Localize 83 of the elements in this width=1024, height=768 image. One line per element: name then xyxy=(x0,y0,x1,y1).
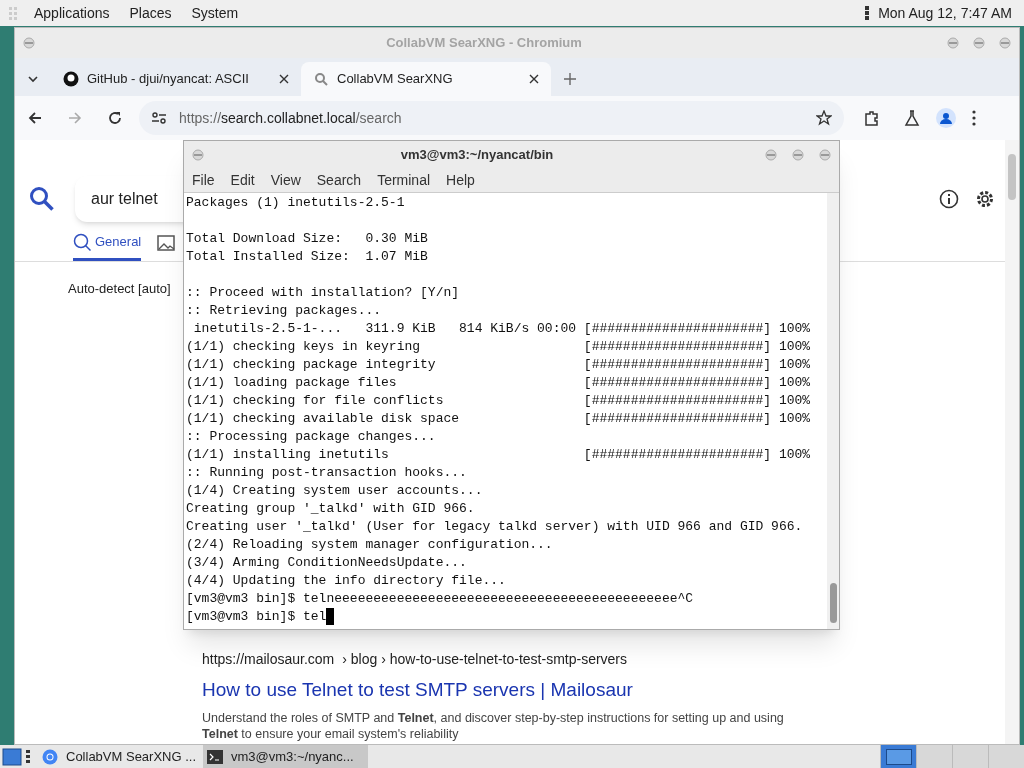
text-cursor xyxy=(326,608,335,625)
window-control-icon[interactable] xyxy=(765,148,777,161)
terminal-line: :: Running post-transaction hooks... xyxy=(186,464,467,482)
panel-menu[interactable]: Applications xyxy=(34,2,110,24)
terminal-line: Creating group '_talkd' with GID 966. xyxy=(186,500,475,518)
window-title: CollabVM SearXNG - Chromium xyxy=(385,34,583,53)
handle-icon xyxy=(26,749,30,764)
show-desktop-icon[interactable] xyxy=(2,746,22,767)
terminal-line: (3/4) Arming ConditionNeedsUpdate... xyxy=(186,554,467,572)
terminal-line: (1/1) checking keys in keyring [######################] 100% xyxy=(186,338,811,356)
image-icon xyxy=(157,235,176,252)
terminal-line: (4/4) Updating the info directory file... xyxy=(186,572,506,590)
back-icon[interactable] xyxy=(27,110,43,126)
search-icon xyxy=(73,232,91,251)
workspace-switcher[interactable] xyxy=(880,745,916,768)
terminal-line: Packages (1) inetutils-2.5-1 xyxy=(186,194,405,212)
close-icon[interactable] xyxy=(279,74,289,84)
magnifier-icon xyxy=(313,71,329,87)
window-menu-icon xyxy=(192,148,204,161)
terminal-line: :: Processing package changes... xyxy=(186,428,436,446)
terminal-line: :: Retrieving packages... xyxy=(186,302,382,320)
workspace-switcher[interactable] xyxy=(988,745,1024,768)
terminal-line: [vm3@vm3 bin]$ telneeeeeeeeeeeeeeeeeeeeeeeeeeeeeeeeeeeeeeeeeeee^C xyxy=(186,590,694,608)
menu-icon[interactable] xyxy=(972,110,976,126)
browser-icon xyxy=(42,748,58,765)
star-icon[interactable] xyxy=(816,110,832,126)
profile-icon[interactable] xyxy=(936,108,956,128)
window-control-icon[interactable] xyxy=(792,148,804,161)
terminal-line: (1/1) checking available disk space [######################] 100% xyxy=(186,410,811,428)
taskbar-item[interactable]: CollabVM SearXNG ... xyxy=(38,745,203,768)
terminal-line: (1/1) loading package files [######################] 100% xyxy=(186,374,811,392)
window-control-icon[interactable] xyxy=(973,37,985,49)
terminal-menu[interactable]: Edit xyxy=(230,169,255,191)
terminal-icon xyxy=(207,749,223,764)
result-breadcrumb: › blog › how-to-use-telnet-to-test-smtp-servers xyxy=(342,649,628,669)
extensions-icon[interactable] xyxy=(864,110,880,126)
flask-icon[interactable] xyxy=(904,110,920,126)
browser-tab[interactable]: GitHub - djui/nyancat: ASCII xyxy=(51,62,301,96)
search-icon xyxy=(29,186,55,212)
terminal-line: (2/4) Reloading system manager configuration... xyxy=(186,536,553,554)
workspace-switcher[interactable] xyxy=(952,745,988,768)
terminal-line: [vm3@vm3 bin]$ tel xyxy=(186,608,327,626)
language-selector[interactable]: Auto-detect [auto] xyxy=(68,278,171,298)
terminal-line: (1/1) checking package integrity [######################] 100% xyxy=(186,356,811,374)
terminal-line: (1/1) installing inetutils [######################] 100% xyxy=(186,446,811,464)
settings-icon[interactable] xyxy=(975,189,995,209)
result-snippet: Understand the roles of SMTP and Telnet, and discover step-by-step instructions for setting up and using xyxy=(202,710,785,726)
result-title-link[interactable]: How to use Telnet to test SMTP servers | Mailosaur xyxy=(202,675,1005,704)
terminal-line: :: Proceed with installation? [Y/n] xyxy=(186,284,460,302)
terminal-line: Total Download Size: 0.30 MiB xyxy=(186,230,428,248)
result-snippet: Telnet to ensure your email system's reliability xyxy=(202,726,460,742)
terminal-menu[interactable]: Search xyxy=(316,169,362,191)
terminal-line: inetutils-2.5-1-... 311.9 KiB 814 KiB/s 00:00 [######################] 100% xyxy=(192,320,811,338)
scrollbar[interactable] xyxy=(827,193,839,629)
terminal-menu[interactable]: View xyxy=(270,169,301,191)
close-icon[interactable] xyxy=(529,74,539,84)
workspace-switcher[interactable] xyxy=(916,745,952,768)
window-control-icon[interactable] xyxy=(999,37,1011,49)
new-tab-icon[interactable] xyxy=(563,72,577,86)
terminal-menu[interactable]: File xyxy=(192,169,215,191)
terminal-line: Creating user '_talkd' (User for legacy talkd server) with UID 966 and GID 966. xyxy=(186,518,803,536)
terminal-line: (1/4) Creating system user accounts... xyxy=(186,482,483,500)
window-control-icon[interactable] xyxy=(947,37,959,49)
terminal-line: (1/1) checking for file conflicts [######################] 100% xyxy=(186,392,811,410)
window-title: vm3@vm3:~/nyancat/bin xyxy=(399,145,555,164)
more-icon[interactable] xyxy=(864,5,871,21)
reload-icon[interactable] xyxy=(107,110,123,126)
browser-tab[interactable]: CollabVM SearXNG xyxy=(301,62,551,96)
category-tab[interactable]: General xyxy=(73,232,142,261)
result-url[interactable]: https://mailosaur.com xyxy=(202,648,335,670)
site-info-icon xyxy=(151,110,167,126)
window-menu-icon xyxy=(23,37,35,49)
address-bar[interactable]: https://search.collabnet.local/search xyxy=(139,101,844,135)
terminal-line: Total Installed Size: 1.07 MiB xyxy=(186,248,428,266)
info-icon[interactable] xyxy=(939,189,959,209)
terminal-menu[interactable]: Help xyxy=(446,169,475,191)
panel-menu[interactable]: Places xyxy=(129,2,172,24)
scrollbar[interactable] xyxy=(1005,140,1019,744)
taskbar-item[interactable]: vm3@vm3:~/nyanc... xyxy=(203,745,368,768)
panel-menu[interactable]: System xyxy=(191,2,239,24)
window-control-icon[interactable] xyxy=(819,148,831,161)
terminal-menu[interactable]: Terminal xyxy=(377,169,431,191)
clock: Mon Aug 12, 7:47 AM xyxy=(878,3,1012,23)
